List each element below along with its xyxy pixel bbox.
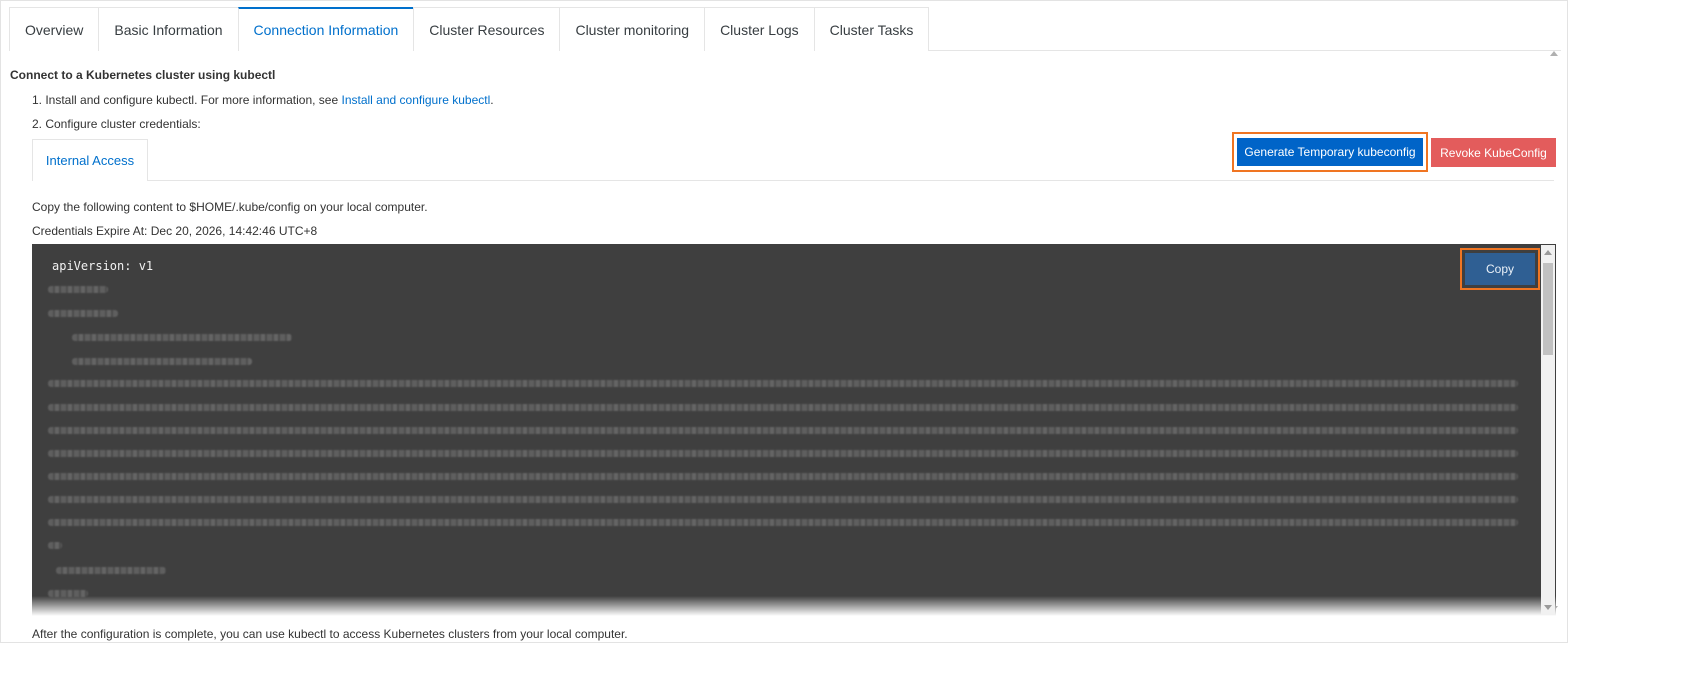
tab-cluster-resources[interactable]: Cluster Resources: [413, 7, 561, 51]
tab-overview[interactable]: Overview: [9, 7, 100, 51]
kubeconfig-code-block[interactable]: apiVersion: v1: [32, 244, 1556, 616]
code-scrollbar[interactable]: [1541, 245, 1555, 615]
step-1-text: 1. Install and configure kubectl. For mo…: [32, 93, 342, 107]
redacted-line: [48, 473, 1518, 480]
install-kubectl-link[interactable]: Install and configure kubectl: [342, 93, 491, 107]
copy-instruction: Copy the following content to $HOME/.kub…: [32, 200, 428, 214]
scroll-up-arrow-icon[interactable]: [1544, 250, 1552, 255]
footer-note: After the configuration is complete, you…: [32, 627, 628, 641]
tab-cluster-logs[interactable]: Cluster Logs: [704, 7, 815, 51]
tab-cluster-monitoring[interactable]: Cluster monitoring: [559, 7, 706, 51]
redacted-line: [48, 542, 62, 549]
tab-cluster-tasks[interactable]: Cluster Tasks: [813, 7, 930, 51]
credentials-expiry: Credentials Expire At: Dec 20, 2026, 14:…: [32, 224, 318, 238]
redacted-line: [48, 404, 1518, 411]
scroll-up-arrow-icon[interactable]: [1550, 51, 1558, 56]
redacted-line: [48, 519, 1518, 526]
redacted-line: [48, 427, 1518, 434]
redacted-line: [56, 567, 166, 574]
step-2: 2. Configure cluster credentials:: [32, 117, 201, 131]
cluster-detail-panel: Overview Basic Information Connection In…: [0, 0, 1568, 643]
copy-button-highlight: Copy: [1460, 248, 1540, 290]
revoke-kubeconfig-button[interactable]: Revoke KubeConfig: [1431, 138, 1556, 167]
generate-button-highlight: Generate Temporary kubeconfig: [1232, 132, 1428, 172]
tab-internal-access[interactable]: Internal Access: [32, 139, 148, 181]
scroll-thumb[interactable]: [1543, 263, 1553, 355]
redacted-line: [72, 334, 292, 341]
code-first-line: apiVersion: v1: [52, 259, 154, 273]
generate-temporary-kubeconfig-button[interactable]: Generate Temporary kubeconfig: [1237, 138, 1423, 166]
redacted-line: [48, 286, 108, 293]
scroll-down-arrow-icon[interactable]: [1544, 605, 1552, 610]
step-1: 1. Install and configure kubectl. For mo…: [32, 93, 494, 107]
code-fade: [32, 596, 1556, 616]
top-tab-bar: Overview Basic Information Connection In…: [9, 7, 1561, 51]
redacted-line: [48, 496, 1518, 503]
redacted-line: [48, 380, 1518, 387]
redacted-line: [48, 310, 118, 317]
copy-button[interactable]: Copy: [1465, 253, 1535, 285]
redacted-line: [48, 450, 1518, 457]
section-title: Connect to a Kubernetes cluster using ku…: [10, 68, 276, 82]
redacted-line: [72, 358, 252, 365]
step-1-suffix: .: [490, 93, 494, 107]
tab-basic-information[interactable]: Basic Information: [98, 7, 239, 51]
tab-connection-information[interactable]: Connection Information: [237, 7, 415, 51]
